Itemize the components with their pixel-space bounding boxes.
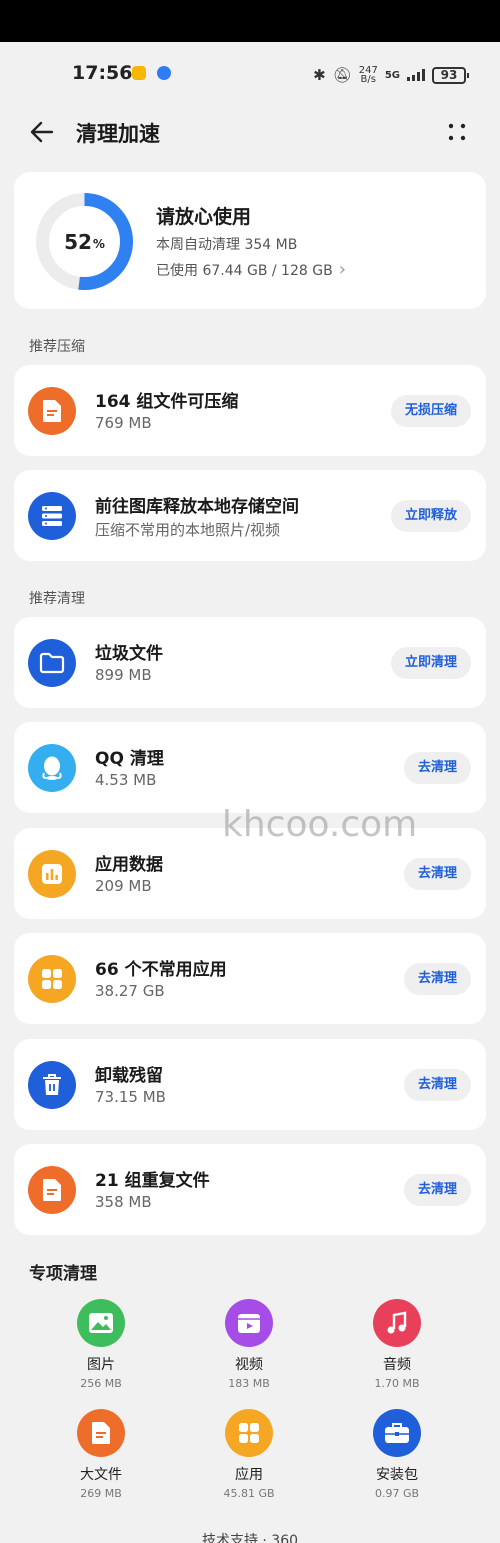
- status-right-group: ✱ 🔕︎ 247 B/s 5G 93: [313, 62, 469, 88]
- clean-item-subtitle: 899 MB: [95, 666, 152, 684]
- special-clean-label: 图片: [87, 1357, 115, 1373]
- status-bar: 17:56 ✱ 🔕︎ 247 B/s 5G 93: [0, 58, 500, 92]
- storage-icon: [28, 492, 76, 540]
- clean-item-subtitle: 38.27 GB: [95, 982, 165, 1000]
- special-clean-item[interactable]: 应用 45.81 GB: [194, 1409, 304, 1500]
- folder-icon: [28, 639, 76, 687]
- usage-percent-unit: %: [92, 236, 105, 251]
- top-black-bar: [0, 0, 500, 42]
- notification-app-icon-blue: [157, 66, 171, 80]
- compress-item-title: 前往图库释放本地存储空间: [95, 497, 299, 517]
- network-type: 5G: [384, 69, 400, 81]
- summary-title: 请放心使用: [156, 206, 252, 228]
- special-clean-label: 音频: [383, 1357, 411, 1373]
- status-time: 17:56: [72, 62, 133, 84]
- notification-app-icon: [132, 66, 146, 80]
- special-clean-size: 183 MB: [228, 1377, 270, 1390]
- document-icon: [77, 1409, 125, 1457]
- page-header: 清理加速: [0, 110, 500, 154]
- bluetooth-icon: ✱: [313, 66, 326, 84]
- trash-icon: [28, 1061, 76, 1109]
- briefcase-icon: [373, 1409, 421, 1457]
- apps-grid-icon: [225, 1409, 273, 1457]
- special-clean-size: 1.70 MB: [374, 1377, 420, 1390]
- compress-item-card[interactable]: 前往图库释放本地存储空间 压缩不常用的本地照片/视频 立即释放: [14, 470, 486, 561]
- document-icon: [28, 1166, 76, 1214]
- clean-item-title: 66 个不常用应用: [95, 960, 227, 980]
- special-clean-label: 安装包: [376, 1467, 418, 1483]
- usage-percent: 52%: [34, 191, 135, 292]
- network-speed-unit: B/s: [360, 74, 376, 85]
- special-clean-label: 大文件: [80, 1467, 122, 1483]
- mute-bell-icon: 🔕︎: [332, 66, 352, 84]
- clean-item-button[interactable]: 去清理: [403, 1069, 471, 1101]
- video-icon: [225, 1299, 273, 1347]
- usage-percent-value: 52: [64, 229, 92, 254]
- document-icon: [28, 387, 76, 435]
- special-clean-size: 269 MB: [80, 1487, 122, 1500]
- clean-item-subtitle: 4.53 MB: [95, 771, 157, 789]
- special-clean-size: 256 MB: [80, 1377, 122, 1390]
- signal-icon: [407, 69, 425, 81]
- clean-item-title: 卸载残留: [95, 1066, 163, 1086]
- image-icon: [77, 1299, 125, 1347]
- section-clean-label: 推荐清理: [29, 591, 85, 607]
- clean-item-card[interactable]: 垃圾文件 899 MB 立即清理: [14, 617, 486, 708]
- battery-indicator: 93: [432, 66, 469, 84]
- back-arrow-icon[interactable]: [28, 118, 56, 146]
- auto-clean-text: 本周自动清理 354 MB: [156, 237, 298, 253]
- special-clean-label: 视频: [235, 1357, 263, 1373]
- special-clean-label: 应用: [235, 1467, 263, 1483]
- compress-item-button[interactable]: 立即释放: [390, 500, 471, 532]
- compress-item-button[interactable]: 无损压缩: [390, 395, 471, 427]
- clean-item-title: 垃圾文件: [95, 644, 163, 664]
- network-speed: 247 B/s: [359, 66, 378, 85]
- special-clean-item[interactable]: 安装包 0.97 GB: [342, 1409, 452, 1500]
- section-special-label: 专项清理: [29, 1264, 97, 1284]
- watermark-text: khcoo.com: [222, 804, 418, 845]
- apps-grid-icon: [28, 955, 76, 1003]
- more-options-icon[interactable]: [444, 120, 470, 144]
- storage-usage-text: 已使用 67.44 GB / 128 GB: [156, 262, 333, 279]
- clean-item-card[interactable]: QQ 清理 4.53 MB 去清理: [14, 722, 486, 813]
- section-compress-label: 推荐压缩: [29, 339, 85, 355]
- clean-item-button[interactable]: 去清理: [403, 752, 471, 784]
- music-icon: [373, 1299, 421, 1347]
- clean-item-card[interactable]: 66 个不常用应用 38.27 GB 去清理: [14, 933, 486, 1024]
- compress-item-card[interactable]: 164 组文件可压缩 769 MB 无损压缩: [14, 365, 486, 456]
- clean-item-title: 应用数据: [95, 855, 163, 875]
- storage-summary-card[interactable]: 52% 请放心使用 本周自动清理 354 MB 已使用 67.44 GB / 1…: [14, 172, 486, 309]
- clean-item-card[interactable]: 21 组重复文件 358 MB 去清理: [14, 1144, 486, 1235]
- qq-icon: [28, 744, 76, 792]
- bar-chart-icon: [28, 850, 76, 898]
- special-clean-item[interactable]: 图片 256 MB: [46, 1299, 156, 1390]
- compress-item-title: 164 组文件可压缩: [95, 392, 239, 412]
- special-clean-item[interactable]: 视频 183 MB: [194, 1299, 304, 1390]
- compress-item-subtitle: 压缩不常用的本地照片/视频: [95, 521, 281, 539]
- clean-item-subtitle: 358 MB: [95, 1193, 152, 1211]
- special-clean-item[interactable]: 大文件 269 MB: [46, 1409, 156, 1500]
- clean-item-card[interactable]: 卸载残留 73.15 MB 去清理: [14, 1039, 486, 1130]
- clean-item-button[interactable]: 立即清理: [390, 647, 471, 679]
- clean-item-title: 21 组重复文件: [95, 1171, 210, 1191]
- clean-item-title: QQ 清理: [95, 749, 164, 769]
- clean-item-subtitle: 209 MB: [95, 877, 152, 895]
- compress-item-subtitle: 769 MB: [95, 414, 152, 432]
- special-clean-size: 45.81 GB: [223, 1487, 275, 1500]
- storage-usage-link[interactable]: 已使用 67.44 GB / 128 GB ›: [156, 259, 346, 280]
- special-clean-item[interactable]: 音频 1.70 MB: [342, 1299, 452, 1390]
- footer-text: 技术支持 · 360: [201, 1533, 299, 1543]
- clean-item-button[interactable]: 去清理: [403, 858, 471, 890]
- clean-item-subtitle: 73.15 MB: [95, 1088, 166, 1106]
- page-title: 清理加速: [76, 122, 160, 146]
- clean-item-button[interactable]: 去清理: [403, 963, 471, 995]
- clean-item-button[interactable]: 去清理: [403, 1174, 471, 1206]
- special-clean-size: 0.97 GB: [374, 1487, 420, 1500]
- chevron-right-icon: ›: [338, 259, 346, 280]
